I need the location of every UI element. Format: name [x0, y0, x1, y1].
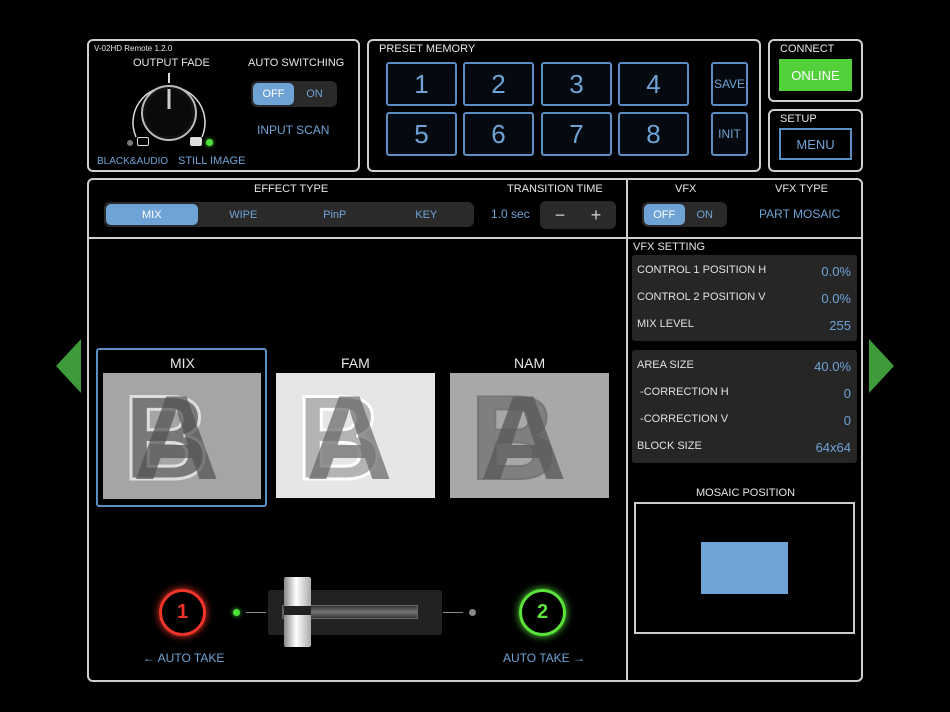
transition-plus-button[interactable]: + — [578, 203, 614, 227]
horizontal-divider — [88, 237, 862, 239]
vfx-setting-group-2: AREA SIZE 40.0% -CORRECTION H 0 -CORRECTIO… — [632, 350, 857, 463]
vfx-off[interactable]: OFF — [644, 204, 685, 225]
preset-button-2[interactable]: 2 — [463, 62, 534, 106]
effect-key[interactable]: KEY — [381, 204, 473, 225]
preset-button-5[interactable]: 5 — [386, 112, 457, 156]
input-1-button[interactable]: 1 — [159, 589, 206, 636]
connect-panel: CONNECT ONLINE — [768, 39, 863, 102]
letter-a: A — [480, 378, 567, 498]
input-2-button[interactable]: 2 — [519, 589, 566, 636]
input-2-tally-dot — [469, 609, 476, 616]
input-scan-button[interactable]: INPUT SCAN — [257, 123, 329, 137]
auto-switching-title: AUTO SWITCHING — [248, 57, 344, 69]
setup-panel: SETUP MENU — [768, 109, 863, 172]
preset-button-6[interactable]: 6 — [463, 112, 534, 156]
area-size-label: AREA SIZE — [637, 359, 694, 374]
menu-button[interactable]: MENU — [779, 128, 852, 160]
black-indicator-dot — [127, 140, 133, 146]
transition-stepper[interactable]: − + — [540, 201, 616, 229]
still-image-label[interactable]: STILL IMAGE — [178, 155, 245, 167]
fader-line-left — [246, 612, 266, 613]
auto-switching-on[interactable]: ON — [294, 83, 335, 105]
preset-memory-title: PRESET MEMORY — [379, 43, 475, 55]
vertical-divider — [626, 179, 628, 681]
online-button[interactable]: ONLINE — [779, 59, 852, 91]
control2-value[interactable]: 0.0% — [821, 291, 851, 306]
control1-row[interactable]: CONTROL 1 POSITION H 0.0% — [632, 264, 857, 279]
auto-take-left-button[interactable]: ← AUTO TAKE — [143, 651, 224, 665]
transition-time-title: TRANSITION TIME — [507, 183, 603, 195]
mix-level-label: MIX LEVEL — [637, 318, 694, 333]
vfx-on[interactable]: ON — [685, 204, 726, 225]
correction-h-row[interactable]: -CORRECTION H 0 — [632, 386, 857, 401]
output-fade-panel: V-02HD Remote 1.2.0 OUTPUT FADE BLACK&AU… — [87, 39, 360, 172]
save-button[interactable]: SAVE — [711, 62, 748, 106]
previous-page-arrow-icon[interactable] — [56, 339, 81, 393]
setup-title: SETUP — [780, 113, 817, 125]
effect-type-selector[interactable]: MIX WIPE PinP KEY — [104, 202, 474, 227]
black-audio-button-icon[interactable] — [137, 137, 149, 146]
fader-handle[interactable] — [284, 577, 311, 647]
fader-line-right — [443, 612, 463, 613]
black-audio-label[interactable]: BLACK&AUDIO — [97, 156, 168, 167]
correction-v-row[interactable]: -CORRECTION V 0 — [632, 413, 857, 428]
control1-value[interactable]: 0.0% — [821, 264, 851, 279]
app-version: V-02HD Remote 1.2.0 — [94, 44, 172, 53]
correction-h-label: -CORRECTION H — [637, 386, 729, 401]
nam-thumbnail[interactable]: B A — [450, 373, 609, 498]
correction-h-value[interactable]: 0 — [844, 386, 851, 401]
effect-mix[interactable]: MIX — [106, 204, 198, 225]
mix-level-value[interactable]: 255 — [829, 318, 851, 333]
nam-label: NAM — [514, 355, 545, 371]
effect-pinp[interactable]: PinP — [289, 204, 381, 225]
correction-v-value[interactable]: 0 — [844, 413, 851, 428]
vfx-toggle[interactable]: OFF ON — [642, 202, 727, 227]
preset-button-8[interactable]: 8 — [618, 112, 689, 156]
letter-a: A — [306, 378, 393, 498]
preset-button-7[interactable]: 7 — [541, 112, 612, 156]
fam-thumbnail[interactable]: B A — [276, 373, 435, 498]
auto-take-right-button[interactable]: AUTO TAKE → — [503, 651, 585, 665]
transition-time-value: 1.0 sec — [491, 207, 530, 221]
connect-title: CONNECT — [780, 43, 834, 55]
mosaic-area-handle[interactable] — [701, 542, 788, 594]
block-size-label: BLOCK SIZE — [637, 440, 702, 455]
mosaic-position-title: MOSAIC POSITION — [696, 487, 795, 499]
area-size-value[interactable]: 40.0% — [814, 359, 851, 374]
fader-handle-groove — [284, 606, 311, 615]
preset-button-1[interactable]: 1 — [386, 62, 457, 106]
correction-v-label: -CORRECTION V — [637, 413, 728, 428]
still-indicator-dot — [206, 139, 213, 146]
auto-switching-toggle[interactable]: OFF ON — [251, 81, 337, 107]
vfx-setting-title: VFX SETTING — [633, 241, 705, 253]
preset-button-3[interactable]: 3 — [541, 62, 612, 106]
transition-minus-button[interactable]: − — [542, 203, 578, 227]
block-size-value[interactable]: 64x64 — [816, 440, 851, 455]
input-1-tally-dot — [233, 609, 240, 616]
effect-wipe[interactable]: WIPE — [198, 204, 290, 225]
mix-level-row[interactable]: MIX LEVEL 255 — [632, 318, 857, 333]
next-page-arrow-icon[interactable] — [869, 339, 894, 393]
vfx-title: VFX — [675, 183, 696, 195]
control1-label: CONTROL 1 POSITION H — [637, 264, 766, 279]
mix-thumbnail[interactable]: B A — [103, 373, 261, 499]
auto-switching-off[interactable]: OFF — [253, 83, 294, 105]
vfx-type-title: VFX TYPE — [775, 183, 828, 195]
block-size-row[interactable]: BLOCK SIZE 64x64 — [632, 440, 857, 455]
control2-row[interactable]: CONTROL 2 POSITION V 0.0% — [632, 291, 857, 306]
output-fade-title: OUTPUT FADE — [133, 57, 210, 69]
preset-button-4[interactable]: 4 — [618, 62, 689, 106]
area-size-row[interactable]: AREA SIZE 40.0% — [632, 359, 857, 374]
vfx-setting-group-1: CONTROL 1 POSITION H 0.0% CONTROL 2 POSIT… — [632, 255, 857, 341]
control2-label: CONTROL 2 POSITION V — [637, 291, 766, 306]
fam-label: FAM — [341, 355, 370, 371]
letter-a: A — [133, 378, 220, 498]
mosaic-position-pad[interactable] — [634, 502, 855, 634]
vfx-type-button[interactable]: PART MOSAIC — [759, 207, 840, 221]
init-button[interactable]: INIT — [711, 112, 748, 156]
effect-type-title: EFFECT TYPE — [254, 183, 328, 195]
still-image-button-icon[interactable] — [190, 137, 202, 146]
